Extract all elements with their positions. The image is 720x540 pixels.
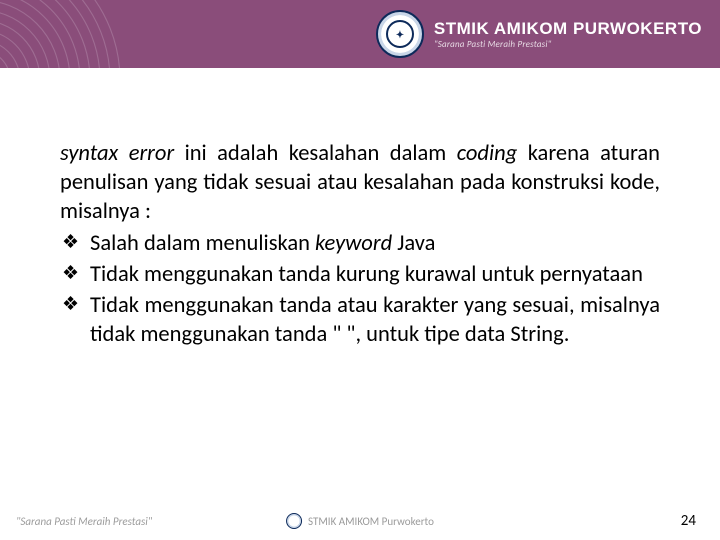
lead-paragraph: syntax error ini adalah kesalahan dalam … — [60, 140, 660, 226]
bullet3-text: Tidak menggunakan tanda atau karakter ya… — [90, 292, 660, 348]
footer-brand-text: STMIK AMIKOM Purwokerto — [308, 515, 434, 528]
lead-text-1: ini adalah kesalahan dalam — [174, 140, 457, 167]
bullet2-text: Tidak menggunakan tanda kurung kurawal u… — [90, 261, 643, 288]
logo-inner-mark: ✦ — [386, 20, 414, 48]
brand-name: STMIK AMIKOM PURWOKERTO — [434, 20, 702, 37]
bullet1-keyword: keyword — [315, 230, 392, 257]
bullet1-pre: Salah dalam menuliskan — [90, 230, 315, 257]
brand-text-block: STMIK AMIKOM PURWOKERTO "Sarana Pasti Me… — [434, 20, 702, 49]
list-item: Salah dalam menuliskan keyword Java — [60, 230, 660, 259]
list-item: Tidak menggunakan tanda atau karakter ya… — [60, 292, 660, 350]
footer-logo-icon — [286, 513, 302, 529]
page-number: 24 — [681, 512, 696, 530]
bullet-list: Salah dalam menuliskan keyword Java Tida… — [60, 230, 660, 349]
footer-brand-block: STMIK AMIKOM Purwokerto — [286, 513, 434, 529]
slide-header: ✦ STMIK AMIKOM PURWOKERTO "Sarana Pasti … — [0, 0, 720, 68]
slide-footer: "Sarana Pasti Meraih Prestasi" STMIK AMI… — [0, 512, 720, 530]
list-item: Tidak menggunakan tanda kurung kurawal u… — [60, 261, 660, 290]
lead-term-2: coding — [457, 140, 518, 167]
footer-tagline: "Sarana Pasti Meraih Prestasi" — [16, 515, 152, 528]
bullet1-post: Java — [392, 230, 435, 257]
lead-term-1: syntax error — [60, 140, 174, 167]
institution-logo: ✦ — [376, 10, 424, 58]
header-brand-block: ✦ STMIK AMIKOM PURWOKERTO "Sarana Pasti … — [376, 10, 702, 58]
header-ornament — [0, 0, 170, 68]
brand-tagline: "Sarana Pasti Meraih Prestasi" — [434, 40, 702, 49]
slide-body: syntax error ini adalah kesalahan dalam … — [0, 68, 720, 350]
